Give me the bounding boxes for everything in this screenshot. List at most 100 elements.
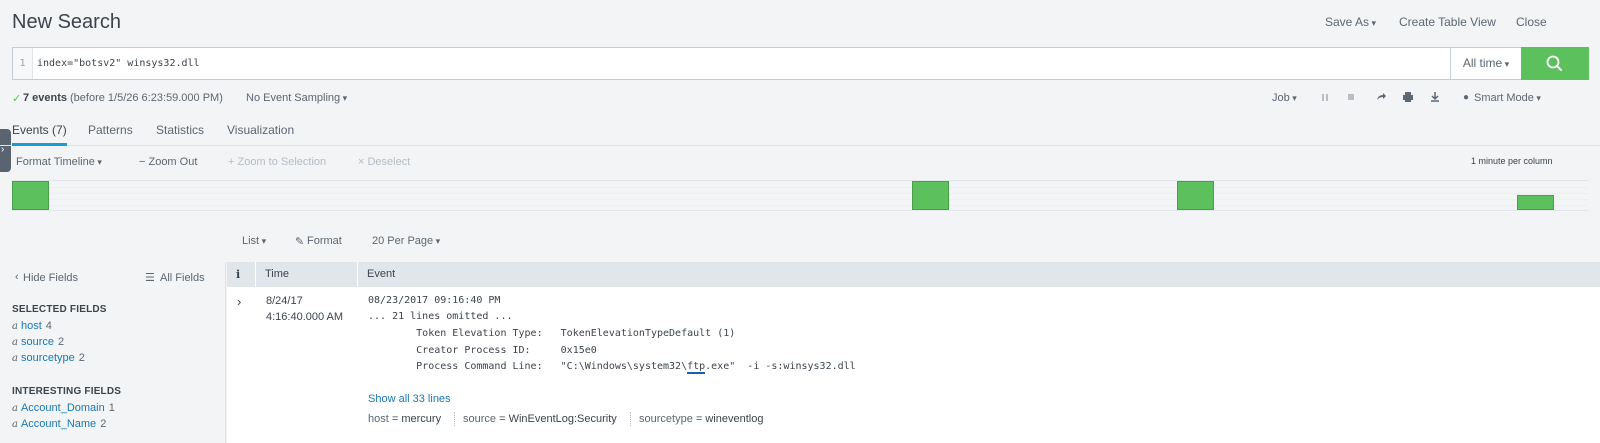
event-line: Token Elevation Type: TokenElevationType… (368, 328, 736, 339)
event-line: ... 21 lines omitted ... (368, 311, 513, 322)
results-toolbar: List ✎ Format 20 Per Page (0, 235, 1600, 251)
job-status-row: ✓ 7 events (before 1/5/26 6:23:59.000 PM… (0, 88, 1600, 108)
timeline-gridline (12, 205, 1588, 206)
field-item[interactable]: a Account_Name 2 (12, 418, 106, 430)
chevron-left-icon: ‹ (15, 271, 19, 283)
table-header: i Time Event (227, 262, 1600, 287)
page-title: New Search (12, 11, 121, 33)
deselect-button[interactable]: × Deselect (358, 156, 410, 168)
field-count: 1 (108, 402, 115, 414)
field-item[interactable]: a sourcetype 2 (12, 352, 85, 364)
close-button[interactable]: Close (1516, 15, 1547, 29)
field-type: a (12, 403, 18, 414)
field-type: a (12, 419, 18, 430)
column-event: Event (367, 268, 396, 280)
timeline-gridline (12, 199, 1588, 200)
timeline-bar[interactable] (912, 181, 949, 210)
timeline-toolbar: Format Timeline − Zoom Out + Zoom to Sel… (0, 156, 1600, 172)
tab-visualization[interactable]: Visualization (227, 123, 294, 137)
list-view-dropdown[interactable]: List (242, 235, 266, 247)
results-tabs: Events (7) Patterns Statistics Visualiza… (0, 120, 1600, 146)
tab-events[interactable]: Events (7) (12, 123, 67, 146)
timeline-scale: 1 minute per column (1471, 156, 1553, 166)
timeline-gridline (12, 187, 1588, 188)
field-count: 2 (100, 418, 107, 430)
create-table-view-button[interactable]: Create Table View (1399, 15, 1496, 29)
field-item[interactable]: a source 2 (12, 336, 64, 348)
event-time: 4:16:40.000 AM (266, 311, 344, 323)
zoom-out-button[interactable]: − Zoom Out (139, 156, 197, 168)
stop-icon[interactable] (1347, 93, 1355, 102)
timeline-bar[interactable] (1177, 181, 1214, 210)
per-page-dropdown[interactable]: 20 Per Page (372, 235, 440, 247)
time-range-picker[interactable]: All time (1450, 48, 1521, 79)
timeline-bar[interactable] (12, 181, 49, 210)
search-mode-dropdown[interactable]: Smart Mode (1474, 92, 1541, 104)
field-host[interactable]: host = mercury (368, 413, 441, 425)
pencil-icon: ✎ (295, 236, 305, 248)
events-table: i Time Event › 8/24/17 4:16:40.000 AM 08… (227, 262, 1600, 443)
divider (630, 412, 631, 426)
field-key: source (463, 413, 497, 425)
field-name[interactable]: Account_Name (21, 418, 96, 430)
field-name[interactable]: source (21, 336, 54, 348)
event-date: 8/24/17 (266, 295, 303, 307)
format-timeline-button[interactable]: Format Timeline (16, 156, 102, 168)
search-input[interactable]: index="botsv2" winsys32.dll (37, 48, 200, 79)
hide-fields-button[interactable]: Hide Fields (23, 272, 78, 284)
field-key: sourcetype (639, 413, 693, 425)
field-count: 4 (45, 320, 52, 332)
save-as-button[interactable]: Save As (1325, 15, 1376, 29)
highlighted-term[interactable]: ftp (687, 361, 706, 374)
timeline-gridline (12, 193, 1588, 194)
selected-fields-heading: SELECTED FIELDS (12, 304, 107, 315)
job-menu[interactable]: Job (1272, 92, 1297, 104)
field-item[interactable]: a Account_Domain 1 (12, 402, 115, 414)
search-button[interactable] (1521, 47, 1589, 80)
command-suffix: .exe" -i -s:winsys32.dll (705, 361, 856, 372)
list-icon: ☰ (145, 272, 155, 284)
field-key: host (368, 413, 389, 425)
tab-patterns[interactable]: Patterns (88, 123, 133, 137)
expand-row-icon[interactable]: › (237, 294, 241, 309)
field-value[interactable]: WinEventLog:Security (509, 413, 617, 425)
event-command-line: Process Command Line: "C:\Windows\system… (368, 361, 856, 374)
export-icon[interactable] (1430, 92, 1440, 102)
pause-icon[interactable] (1321, 93, 1329, 102)
check-icon: ✓ (12, 93, 22, 105)
event-count[interactable]: 7 events (23, 92, 67, 104)
field-count: 2 (78, 352, 85, 364)
field-name[interactable]: sourcetype (21, 352, 75, 364)
page-header: New Search Save As Create Table View Clo… (0, 0, 1600, 46)
field-value[interactable]: wineventlog (705, 413, 763, 425)
all-fields-button[interactable]: All Fields (160, 272, 205, 284)
event-line: Creator Process ID: 0x15e0 (368, 345, 597, 356)
column-time[interactable]: Time (256, 262, 358, 287)
field-source[interactable]: source = WinEventLog:Security (463, 413, 617, 425)
event-count-timestamp: (before 1/5/26 6:23:59.000 PM) (70, 92, 223, 104)
field-value[interactable]: mercury (401, 413, 441, 425)
print-icon[interactable] (1403, 92, 1413, 102)
field-sourcetype[interactable]: sourcetype = wineventlog (639, 413, 763, 425)
timeline-chart[interactable] (12, 180, 1588, 211)
divider (454, 412, 455, 426)
field-name[interactable]: Account_Domain (21, 402, 105, 414)
format-button[interactable]: Format (307, 235, 342, 247)
command-prefix: Process Command Line: "C:\Windows\system… (368, 361, 688, 372)
field-item[interactable]: a host 4 (12, 320, 52, 332)
share-icon[interactable] (1376, 92, 1386, 102)
column-info: i (227, 262, 256, 287)
fields-sidebar: ‹ Hide Fields ☰ All Fields SELECTED FIEL… (0, 262, 226, 443)
tab-statistics[interactable]: Statistics (156, 123, 204, 137)
lightbulb-icon: ● (1463, 92, 1470, 103)
event-sampling-dropdown[interactable]: No Event Sampling (246, 92, 347, 104)
line-number: 1 (13, 48, 33, 79)
field-type: a (12, 321, 18, 332)
field-name[interactable]: host (21, 320, 42, 332)
zoom-to-selection-button[interactable]: + Zoom to Selection (228, 156, 326, 168)
show-all-lines-link[interactable]: Show all 33 lines (368, 393, 451, 405)
search-icon (1546, 55, 1562, 71)
event-line: 08/23/2017 09:16:40 PM (368, 295, 501, 306)
interesting-fields-heading: INTERESTING FIELDS (12, 386, 122, 397)
timeline-bar[interactable] (1517, 195, 1554, 210)
